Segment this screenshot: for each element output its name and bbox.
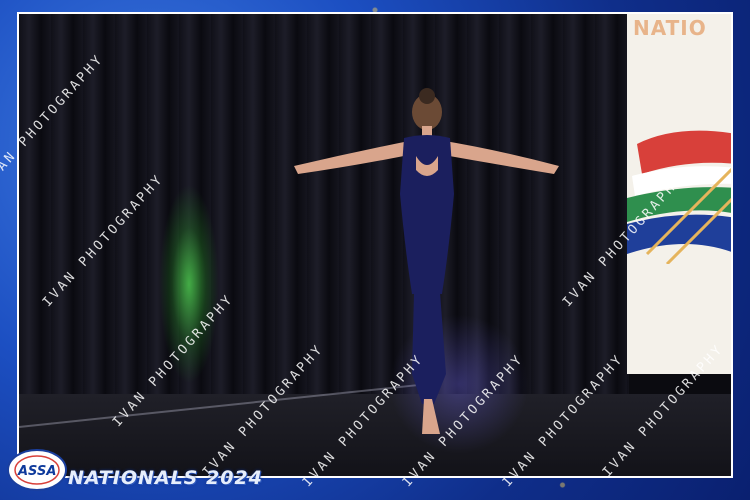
logo-text: ASSA <box>18 464 57 479</box>
flag-graphic <box>627 130 731 264</box>
dancer-figure <box>294 88 559 434</box>
banner-text: NATIO <box>633 16 707 40</box>
event-title: NATIONALS 2024 <box>68 467 263 489</box>
photo-frame: NATIO IVAN PHOTOGRAPHY IVAN PHOTOGRAPHY … <box>0 0 750 500</box>
green-stage-light <box>159 184 219 384</box>
stage-photo: NATIO <box>17 12 733 478</box>
